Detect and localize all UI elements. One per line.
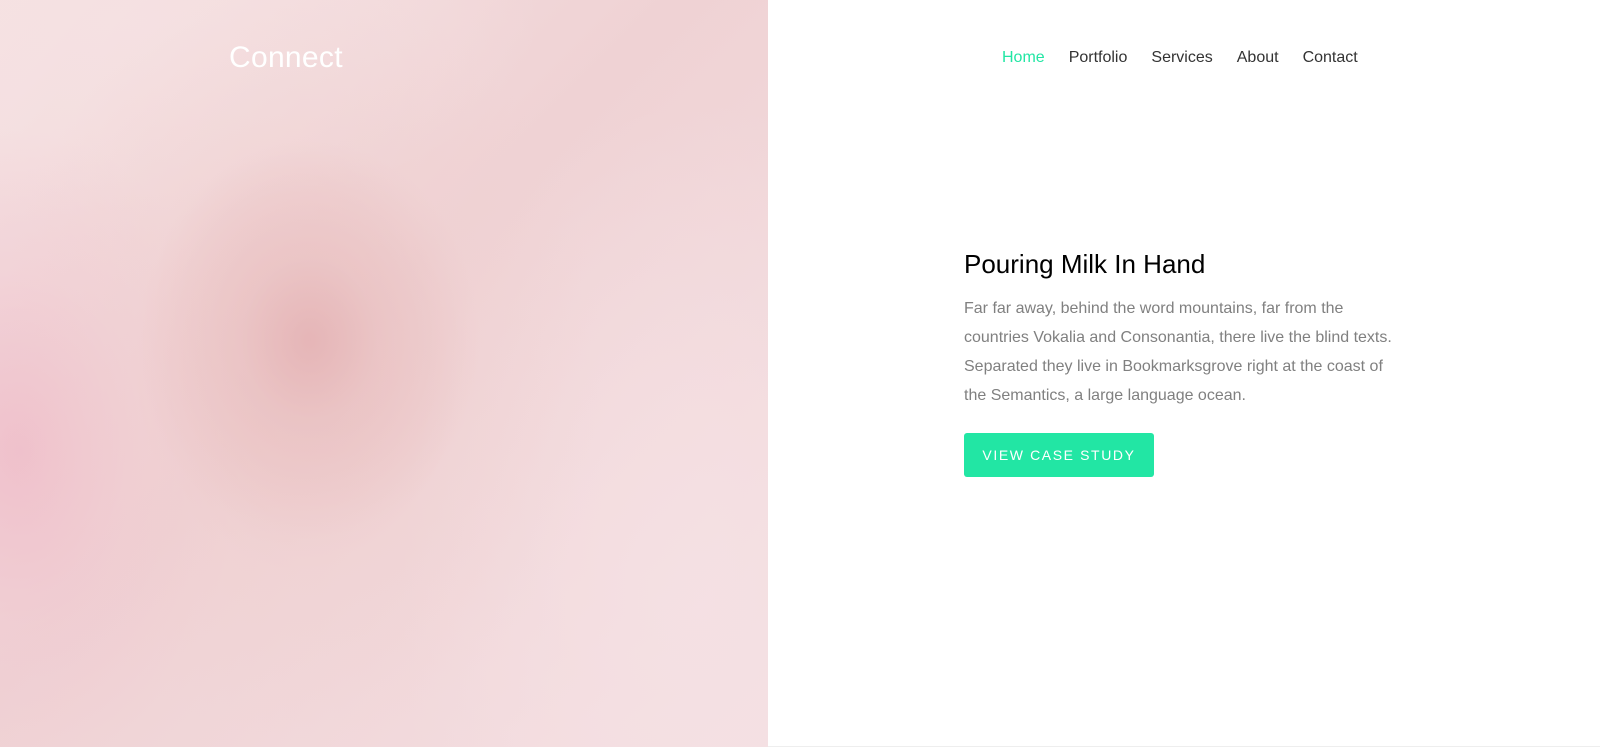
nav-item-contact: Contact — [1303, 46, 1358, 70]
hero-image: Connect — [0, 0, 768, 747]
hero-content: Pouring Milk In Hand Far far away, behin… — [964, 246, 1404, 477]
nav-link-services[interactable]: Services — [1151, 49, 1212, 66]
hero-title: Pouring Milk In Hand — [964, 249, 1206, 279]
nav-item-portfolio: Portfolio — [1069, 46, 1128, 70]
nav-link-portfolio[interactable]: Portfolio — [1069, 49, 1128, 66]
page: Connect Home Portfolio Services About Co… — [0, 0, 1600, 747]
nav-link-contact[interactable]: Contact — [1303, 49, 1358, 66]
nav-item-about: About — [1237, 46, 1279, 70]
main-nav: Home Portfolio Services About Contact — [1002, 46, 1358, 70]
hero-description: Far far away, behind the word mountains,… — [964, 300, 1392, 404]
nav-item-services: Services — [1151, 46, 1212, 70]
nav-link-about[interactable]: About — [1237, 49, 1279, 66]
nav-link-home[interactable]: Home — [1002, 49, 1045, 66]
brand-logo[interactable]: Connect — [229, 38, 343, 78]
view-case-study-button[interactable]: VIEW CASE STUDY — [964, 433, 1154, 477]
nav-item-home: Home — [1002, 46, 1045, 70]
